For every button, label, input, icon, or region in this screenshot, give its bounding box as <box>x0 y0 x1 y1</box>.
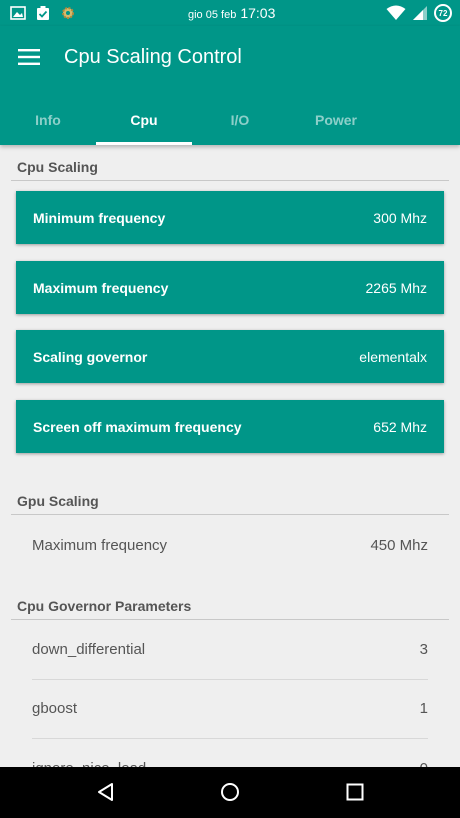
param-label: ignore_nice_load <box>32 760 146 768</box>
recents-icon[interactable] <box>345 782 365 802</box>
app-bar: Cpu Scaling Control Info Cpu I/O Power <box>0 26 460 145</box>
param-label: gboost <box>32 700 78 717</box>
signal-icon <box>413 6 427 20</box>
navigation-bar <box>0 767 460 818</box>
param-label: down_differential <box>32 641 146 658</box>
app-title: Cpu Scaling Control <box>64 46 242 68</box>
param-value: 0 <box>420 760 428 768</box>
param-row-gboost[interactable]: gboost 1 <box>32 679 428 739</box>
battery-icon: 72 <box>434 4 452 22</box>
tab-cpu[interactable]: Cpu <box>96 94 192 145</box>
param-value: 1 <box>419 700 428 717</box>
min-frequency-value: 300 Mhz <box>373 209 427 226</box>
param-row-ignore-nice-load[interactable]: ignore_nice_load 0 <box>32 738 428 768</box>
screen-off-max-frequency-value: 652 Mhz <box>373 418 427 435</box>
home-icon[interactable] <box>220 782 240 802</box>
scaling-governor-label: Scaling governor <box>33 348 148 365</box>
tab-power[interactable]: Power <box>288 94 384 145</box>
back-icon[interactable] <box>96 782 116 802</box>
max-frequency-card[interactable]: Maximum frequency 2265 Mhz <box>16 261 444 314</box>
status-bar: gio 05 feb 17:03 72 <box>0 0 460 26</box>
hamburger-menu-icon[interactable] <box>18 47 42 67</box>
gpu-max-frequency-label: Maximum frequency <box>32 536 168 554</box>
min-frequency-card[interactable]: Minimum frequency 300 Mhz <box>16 191 444 244</box>
status-clock: 17:03 <box>240 5 276 21</box>
settings-list[interactable]: Cpu Scaling Minimum frequency 300 Mhz Ma… <box>0 145 460 767</box>
min-frequency-label: Minimum frequency <box>33 209 166 226</box>
clipboard-check-icon <box>37 6 49 20</box>
battery-level: 72 <box>438 8 448 18</box>
section-header-cpu-scaling: Cpu Scaling <box>11 145 449 181</box>
max-frequency-label: Maximum frequency <box>33 279 169 296</box>
section-header-governor-params: Cpu Governor Parameters <box>11 584 449 620</box>
tab-info[interactable]: Info <box>0 94 96 145</box>
param-value: 3 <box>419 641 428 658</box>
status-date: gio 05 feb <box>188 9 237 21</box>
image-icon <box>10 6 26 20</box>
section-header-gpu-scaling: Gpu Scaling <box>11 479 449 515</box>
param-row-down-differential[interactable]: down_differential 3 <box>32 620 428 680</box>
scaling-governor-card[interactable]: Scaling governor elementalx <box>16 330 444 383</box>
gpu-max-frequency-value: 450 Mhz <box>370 536 428 554</box>
tab-bar: Info Cpu I/O Power <box>0 94 460 145</box>
max-frequency-value: 2265 Mhz <box>365 279 427 296</box>
scaling-governor-value: elementalx <box>359 348 427 365</box>
gpu-max-frequency-row[interactable]: Maximum frequency 450 Mhz <box>32 515 428 575</box>
tab-io[interactable]: I/O <box>192 94 288 145</box>
screen-off-max-frequency-card[interactable]: Screen off maximum frequency 652 Mhz <box>16 400 444 453</box>
screen-off-max-frequency-label: Screen off maximum frequency <box>33 418 242 435</box>
gear-icon <box>62 7 74 19</box>
wifi-icon <box>386 5 406 20</box>
